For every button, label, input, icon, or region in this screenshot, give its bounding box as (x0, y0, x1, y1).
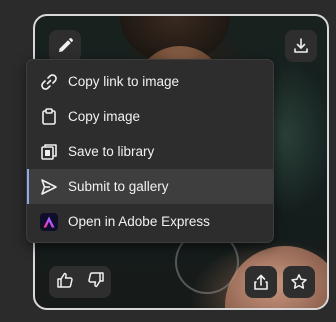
menu-item-open-in-adobe-express[interactable]: Open in Adobe Express (27, 204, 273, 239)
share-button[interactable] (245, 266, 277, 298)
download-icon (292, 37, 310, 55)
favorite-button[interactable] (283, 266, 315, 298)
star-icon (290, 273, 308, 291)
menu-item-label: Copy link to image (68, 74, 180, 89)
thumbs-down-button[interactable] (87, 271, 105, 294)
share-icon (252, 273, 270, 291)
menu-item-label: Save to library (68, 144, 155, 159)
menu-item-save-to-library[interactable]: Save to library (27, 134, 273, 169)
menu-item-copy-image[interactable]: Copy image (27, 99, 273, 134)
library-icon (39, 142, 59, 162)
send-icon (39, 177, 59, 197)
feedback-group (49, 266, 111, 298)
thumbs-up-icon (56, 271, 74, 294)
menu-item-label: Open in Adobe Express (68, 214, 210, 229)
adobe-express-icon (39, 212, 59, 232)
menu-item-copy-link[interactable]: Copy link to image (27, 64, 273, 99)
menu-item-label: Submit to gallery (68, 179, 169, 194)
edit-button[interactable] (49, 30, 81, 62)
menu-item-submit-to-gallery[interactable]: Submit to gallery (27, 169, 273, 204)
link-icon (39, 72, 59, 92)
clipboard-icon (39, 107, 59, 127)
pencil-icon (56, 37, 74, 55)
thumbs-up-button[interactable] (56, 271, 74, 294)
menu-item-label: Copy image (68, 109, 141, 124)
thumbs-down-icon (87, 271, 105, 294)
image-options-menu: Copy link to image Copy image Save to li… (26, 59, 274, 243)
download-button[interactable] (285, 30, 317, 62)
